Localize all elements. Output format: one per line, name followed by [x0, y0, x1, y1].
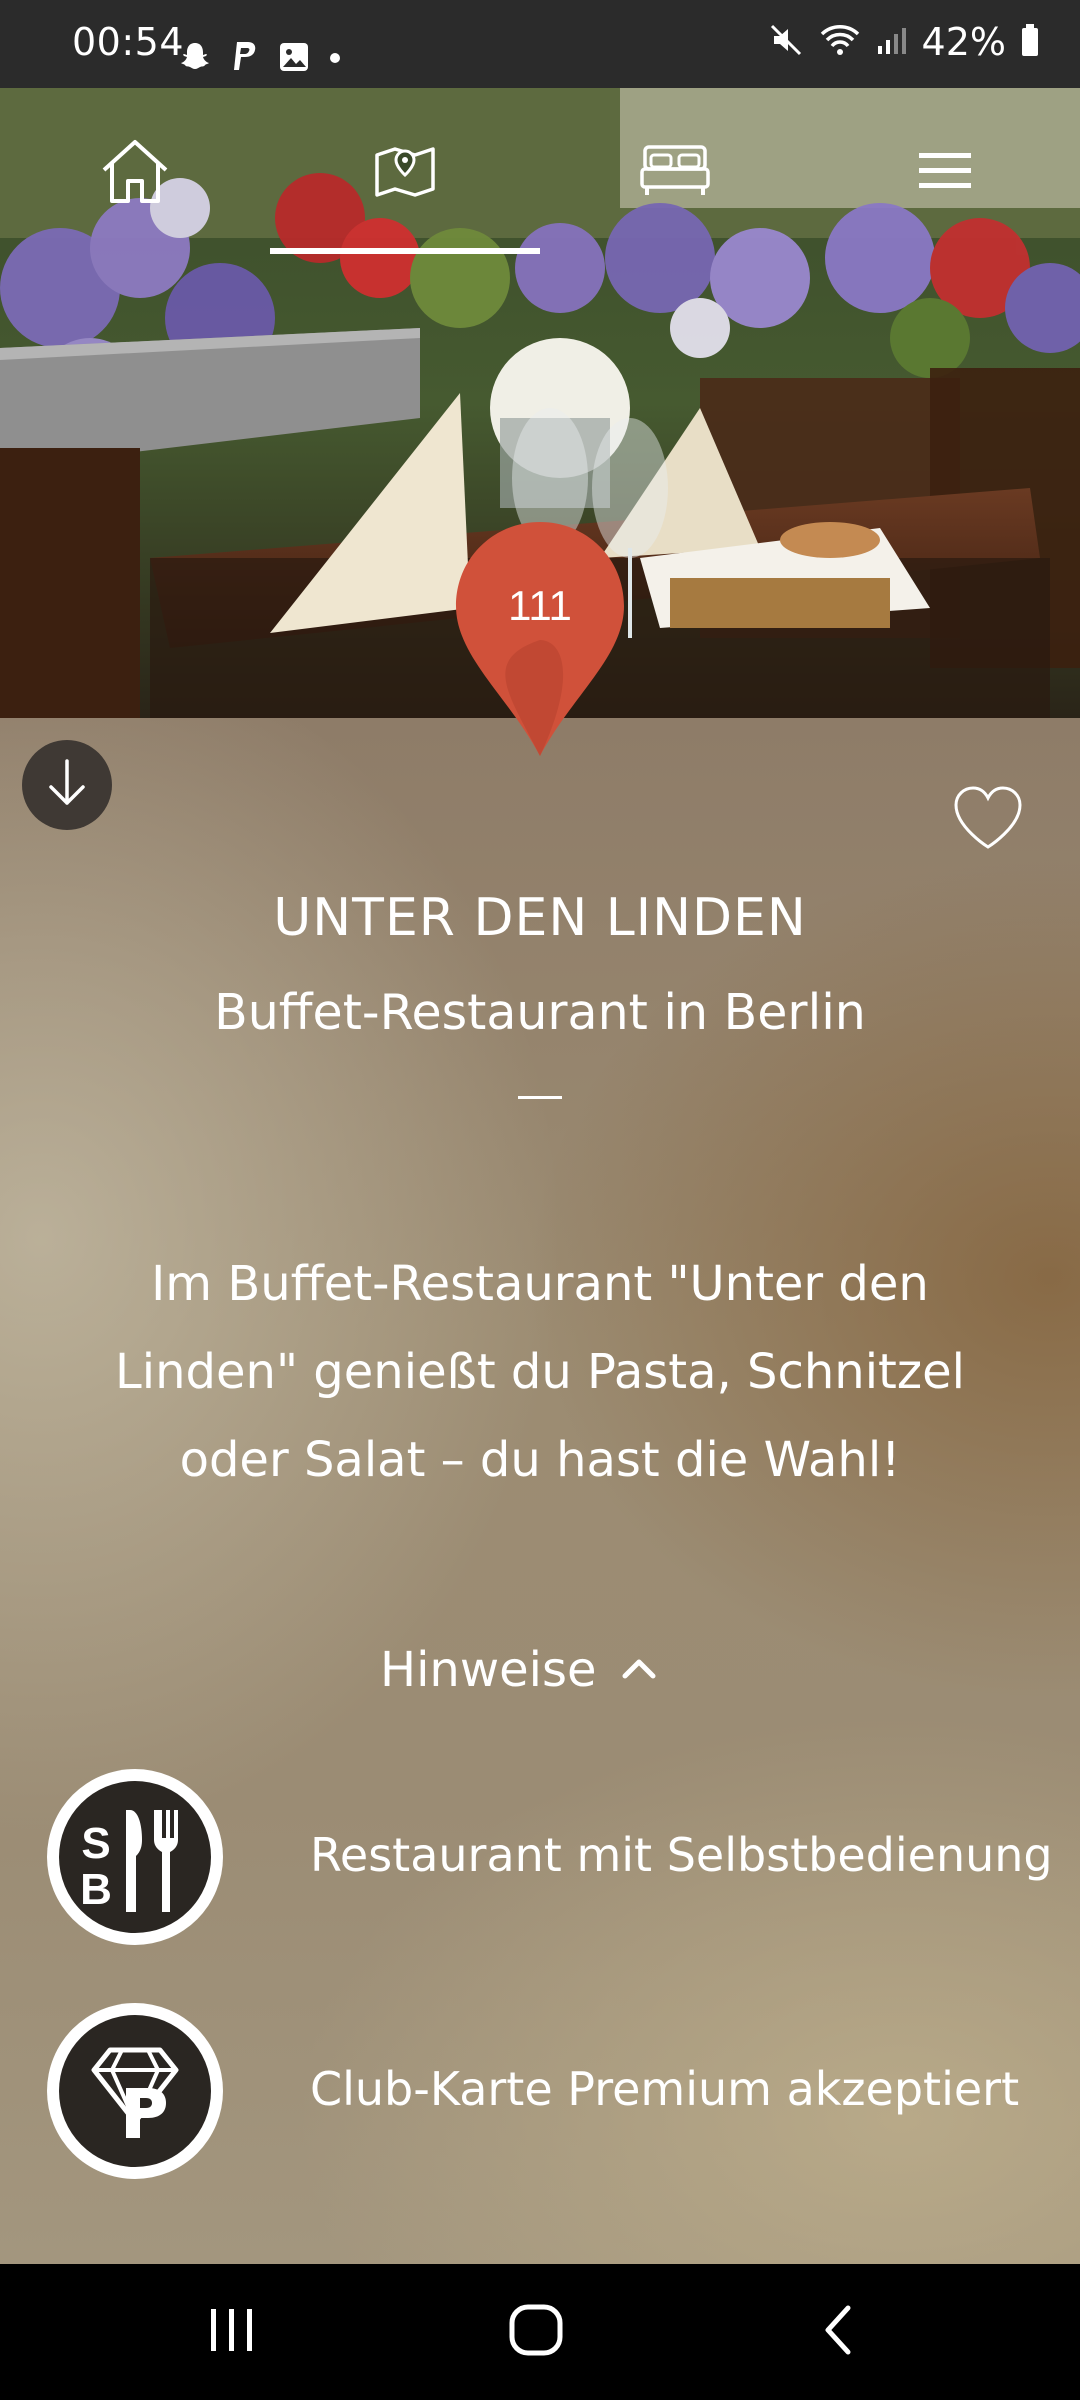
location-pin: 111 — [450, 520, 630, 760]
nav-active-indicator — [270, 248, 540, 254]
signal-icon — [876, 24, 908, 60]
title-separator — [518, 1096, 562, 1099]
hint-text: Club-Karte Premium akzeptiert — [310, 2062, 1020, 2116]
dot-icon — [328, 50, 342, 69]
nav-hotel[interactable] — [630, 128, 720, 218]
hint-item: S B Restaurant mit Selbstbedienung — [0, 1766, 1080, 1948]
hint-text: Restaurant mit Selbstbedienung — [310, 1828, 1053, 1882]
wifi-icon — [818, 22, 862, 62]
hints-label: Hinweise — [380, 1642, 597, 1698]
screen: 00:54 42% 111 UNTER DEN LINDEN Buffet-Re… — [0, 0, 1080, 2400]
home-circle-icon — [508, 2304, 564, 2360]
map-icon — [373, 139, 437, 207]
club-card-premium-icon — [44, 2000, 226, 2182]
paypal-icon — [230, 40, 260, 78]
bed-icon — [639, 143, 711, 203]
hamburger-icon — [917, 151, 973, 195]
home-icon — [98, 136, 172, 210]
recent-apps-button[interactable] — [192, 2292, 272, 2372]
snapchat-icon — [178, 40, 212, 78]
svg-text:B: B — [80, 1865, 112, 1914]
status-time: 00:54 — [72, 20, 185, 64]
mute-icon — [768, 22, 804, 62]
chevron-up-icon — [621, 1656, 657, 1684]
venue-subtitle: Buffet-Restaurant in Berlin — [214, 984, 866, 1041]
content-panel: UNTER DEN LINDEN Buffet-Restaurant in Be… — [0, 718, 1080, 2264]
nav-home[interactable] — [90, 128, 180, 218]
gallery-icon — [278, 41, 310, 77]
venue-description: Im Buffet-Restaurant "Unter den Linden" … — [115, 1256, 965, 1488]
hints-toggle[interactable]: Hinweise — [380, 1640, 657, 1700]
scroll-down-button[interactable] — [22, 740, 112, 830]
pin-number: 111 — [508, 582, 572, 629]
system-back-button[interactable] — [798, 2292, 878, 2372]
venue-title: UNTER DEN LINDEN — [273, 888, 807, 948]
hint-item: Club-Karte Premium akzeptiert — [0, 2000, 1080, 2182]
recent-apps-icon — [207, 2307, 257, 2357]
nav-menu[interactable] — [900, 128, 990, 218]
battery-icon — [1020, 23, 1040, 61]
back-icon — [820, 2304, 856, 2360]
favorite-button[interactable] — [948, 780, 1028, 860]
nav-map[interactable] — [360, 128, 450, 218]
battery-percent: 42% — [921, 20, 1006, 64]
top-navigation — [0, 88, 1080, 258]
status-icons-right: 42% — [768, 20, 1040, 64]
self-service-icon: S B — [44, 1766, 226, 1948]
svg-text:S: S — [81, 1819, 110, 1868]
status-icons-left — [178, 40, 342, 78]
system-home-button[interactable] — [496, 2292, 576, 2372]
system-navigation-bar — [0, 2264, 1080, 2400]
heart-icon — [952, 785, 1024, 855]
status-bar: 00:54 42% — [0, 0, 1080, 88]
arrow-down-icon — [45, 757, 89, 813]
